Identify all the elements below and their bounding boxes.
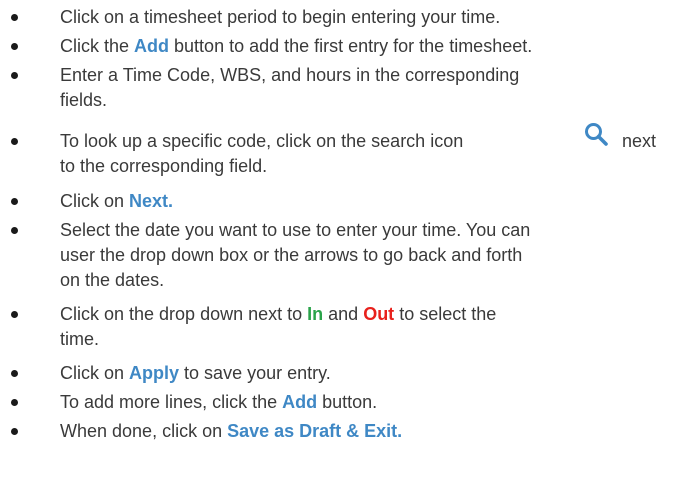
bullet <box>11 43 18 50</box>
apply-keyword: Apply <box>129 363 180 383</box>
step-text: Click on <box>60 363 130 383</box>
bullet <box>11 72 18 79</box>
step-text: fields. <box>60 90 108 110</box>
step-text: next <box>622 131 657 151</box>
step-text: Click on the drop down next to <box>60 304 308 324</box>
bullet <box>11 14 18 21</box>
step-text: Select the date you want to use to enter… <box>60 220 531 240</box>
step-text: and <box>323 304 364 324</box>
step-text: To look up a specific code, click on the… <box>60 131 464 151</box>
bullet <box>11 138 18 145</box>
bullet <box>11 311 18 318</box>
step-text: button. <box>317 392 378 412</box>
next-keyword: Next. <box>129 191 174 211</box>
step-text: to save your entry. <box>179 363 331 383</box>
step-text: When done, click on <box>60 421 228 441</box>
step-text: Click the <box>60 36 135 56</box>
step-text: button to add the first entry for the ti… <box>169 36 533 56</box>
out-keyword: Out <box>363 304 395 324</box>
search-icon <box>585 123 608 146</box>
step-text: on the dates. <box>60 270 165 290</box>
add-keyword: Add <box>134 36 170 56</box>
bullet <box>11 227 18 234</box>
step-text: To add more lines, click the <box>60 392 283 412</box>
add-keyword: Add <box>282 392 318 412</box>
bullet <box>11 198 18 205</box>
step-text: to the corresponding field. <box>60 156 268 176</box>
step-text: Click on <box>60 191 130 211</box>
step-text: to select the <box>394 304 497 324</box>
save-draft-exit-keyword: Save as Draft & Exit. <box>227 421 403 441</box>
bullet <box>11 399 18 406</box>
step-text: Enter a Time Code, WBS, and hours in the… <box>60 65 520 85</box>
bullet <box>11 370 18 377</box>
in-keyword: In <box>307 304 324 324</box>
step-text: user the drop down box or the arrows to … <box>60 245 523 265</box>
step-text: time. <box>60 329 100 349</box>
step-text: Click on a timesheet period to begin ent… <box>60 7 501 27</box>
bullet <box>11 428 18 435</box>
